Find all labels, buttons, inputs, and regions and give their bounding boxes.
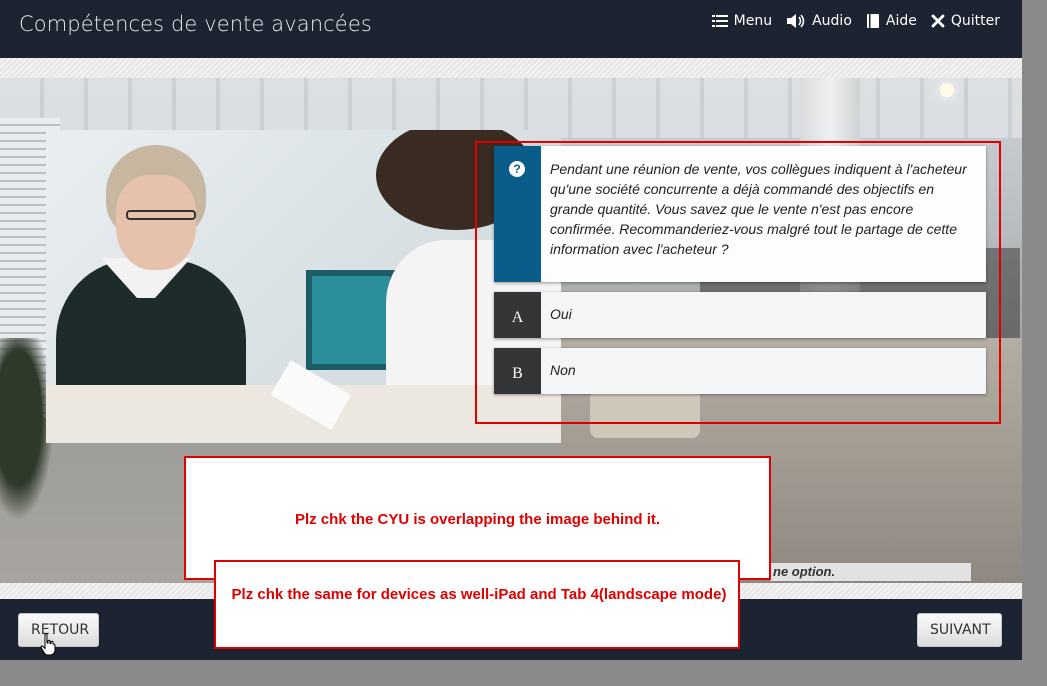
audio-button[interactable]: Audio [786,13,852,29]
help-button[interactable]: Aide [866,13,917,29]
top-nav: Menu Audio Aide Quitter [711,13,1000,29]
speaker-icon [787,14,805,28]
background-ceiling-light [940,83,954,97]
menu-label: Menu [733,13,773,29]
back-button[interactable]: RETOUR [18,613,99,647]
background-office-ceiling [0,78,1022,138]
top-divider [0,58,1022,78]
book-icon [866,14,879,28]
review-comment-devices: Plz chk the same for devices as well-iPa… [214,560,740,649]
photo-glasses [126,210,196,220]
photo-woman-face [116,175,196,270]
quit-button[interactable]: Quitter [931,13,1000,29]
review-comment-text: Plz chk the same for devices as well-iPa… [231,586,727,603]
close-icon [931,14,945,28]
help-label: Aide [885,13,917,29]
course-title: Compétences de vente avancées [19,12,372,36]
next-button[interactable]: SUIVANT [917,613,1002,647]
quit-label: Quitter [950,13,1000,29]
photo-monitor [306,270,396,370]
review-comment-text: Plz chk the CYU is overlapping the image… [294,511,661,528]
menu-button[interactable]: Menu [711,13,773,29]
review-highlight-box [475,141,1001,424]
hand-cursor-icon [40,633,56,656]
list-icon [711,15,728,27]
instruction-text: ne option. [773,564,836,579]
audio-label: Audio [812,13,852,29]
top-bar: Compétences de vente avancées Menu Audio [0,0,1022,58]
